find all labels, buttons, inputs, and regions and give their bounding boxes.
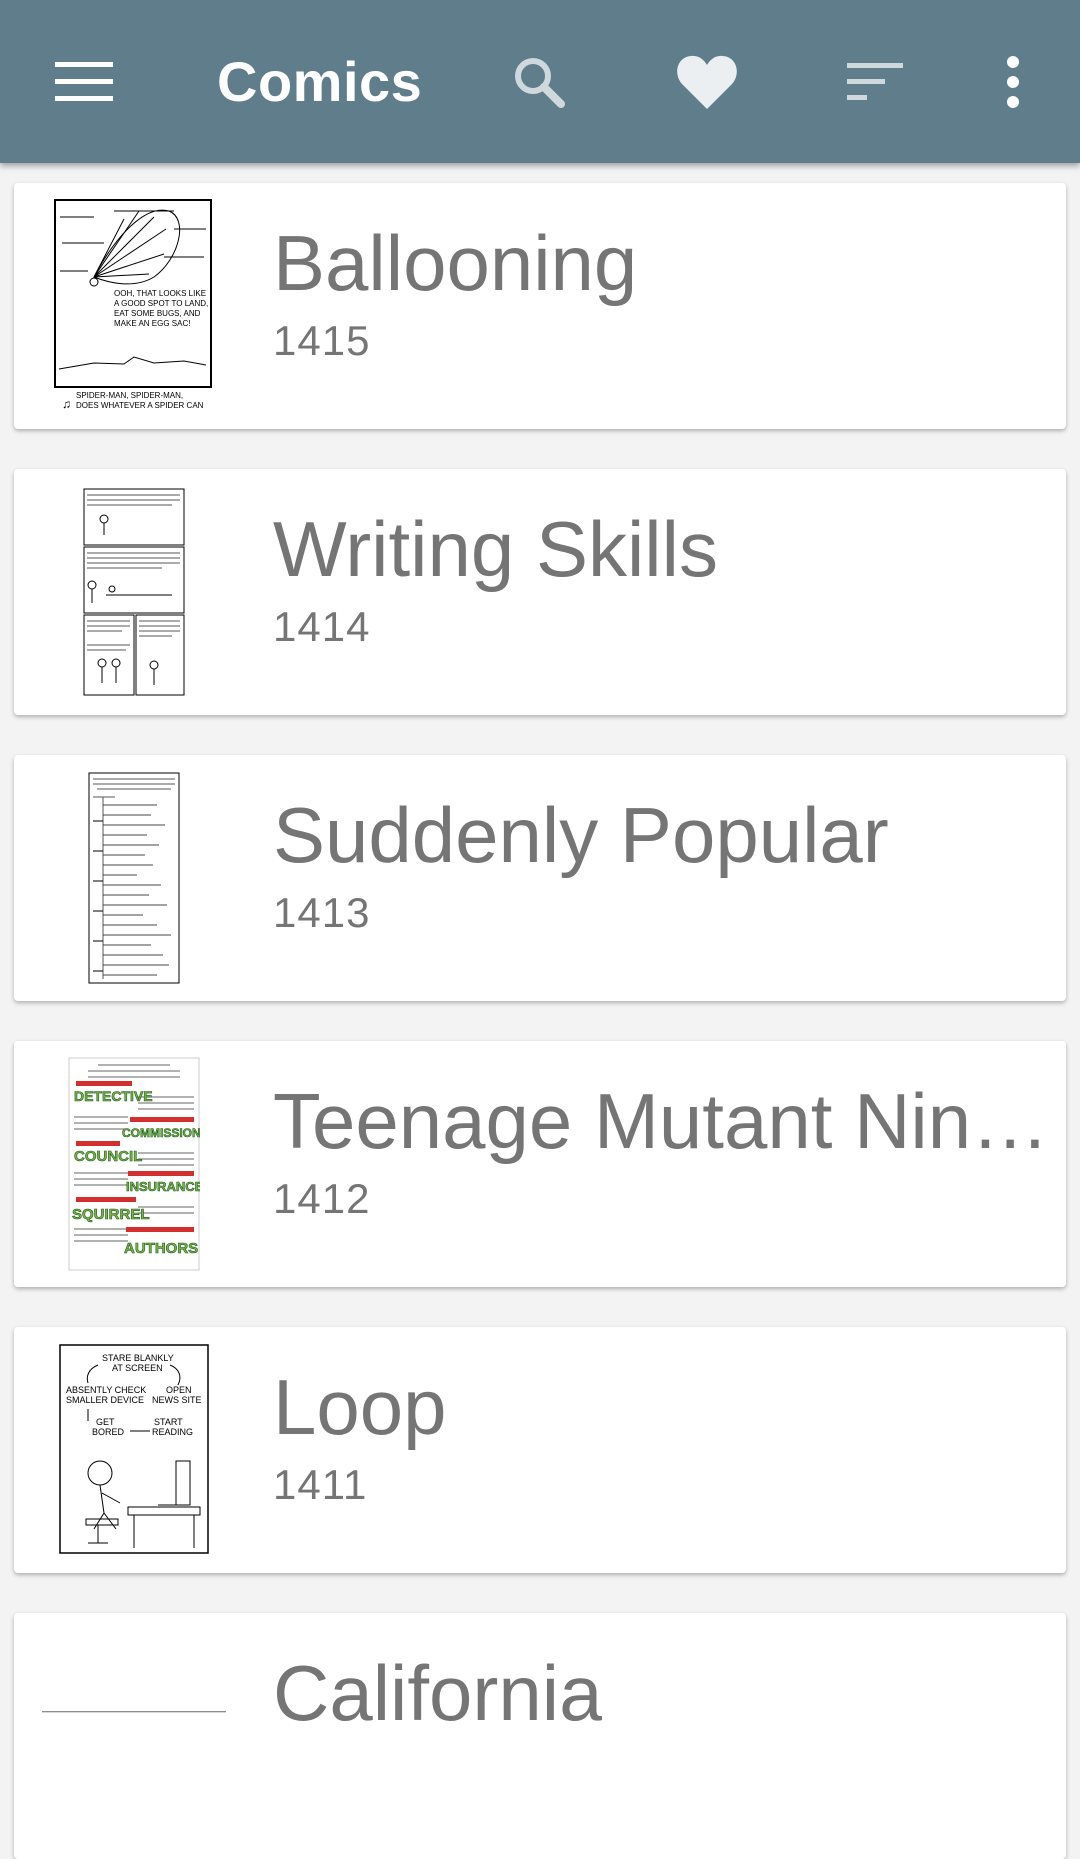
comic-thumbnail: DETECTIVE COMMISSION COUNCIL INSURANCE S… bbox=[42, 1057, 226, 1271]
svg-text:SMALLER DEVICE: SMALLER DEVICE bbox=[66, 1395, 144, 1405]
comic-number: 1413 bbox=[273, 889, 371, 936]
svg-text:DOES WHATEVER A SPIDER CAN: DOES WHATEVER A SPIDER CAN bbox=[76, 401, 204, 410]
comic-number: 1415 bbox=[273, 317, 371, 364]
svg-text:READING: READING bbox=[152, 1427, 193, 1437]
sort-button[interactable] bbox=[835, 42, 915, 122]
svg-text:♫: ♫ bbox=[62, 397, 71, 411]
comic-card[interactable]: OOH, THAT LOOKS LIKE A GOOD SPOT TO LAND… bbox=[14, 183, 1066, 429]
comic-card[interactable]: DETECTIVE COMMISSION COUNCIL INSURANCE S… bbox=[14, 1041, 1066, 1287]
comic-title: Writing Skills bbox=[273, 505, 718, 593]
svg-text:INSURANCE: INSURANCE bbox=[126, 1179, 200, 1194]
svg-text:BORED: BORED bbox=[92, 1427, 125, 1437]
search-button[interactable] bbox=[499, 42, 579, 122]
more-vert-icon bbox=[1007, 56, 1019, 108]
comic-number: 1412 bbox=[273, 1175, 371, 1222]
svg-text:MAKE AN EGG SAC!: MAKE AN EGG SAC! bbox=[114, 319, 190, 328]
comic-thumbnail: OOH, THAT LOOKS LIKE A GOOD SPOT TO LAND… bbox=[42, 199, 226, 413]
comic-title: Loop bbox=[273, 1363, 447, 1451]
favorites-button[interactable] bbox=[667, 42, 747, 122]
comic-thumbnail bbox=[42, 1629, 226, 1843]
svg-text:SQUIRREL: SQUIRREL bbox=[72, 1206, 150, 1223]
search-icon bbox=[515, 58, 565, 108]
svg-text:A GOOD SPOT TO LAND,: A GOOD SPOT TO LAND, bbox=[114, 299, 208, 308]
svg-text:OPEN: OPEN bbox=[166, 1385, 192, 1395]
comic-title: Teenage Mutant Nin… bbox=[273, 1077, 1050, 1165]
comic-title: Ballooning bbox=[273, 219, 638, 307]
svg-text:COUNCIL: COUNCIL bbox=[74, 1148, 142, 1165]
comic-card[interactable]: STARE BLANKLY AT SCREEN ABSENTLY CHECK S… bbox=[14, 1327, 1066, 1573]
svg-text:COMMISSION: COMMISSION bbox=[122, 1126, 200, 1140]
comic-card[interactable]: Suddenly Popular 1413 bbox=[14, 755, 1066, 1001]
comic-card[interactable]: Writing Skills 1414 bbox=[14, 469, 1066, 715]
svg-text:AT SCREEN: AT SCREEN bbox=[112, 1363, 163, 1373]
comic-title: California bbox=[273, 1649, 603, 1737]
comic-thumbnail bbox=[42, 771, 226, 985]
svg-text:AUTHORS: AUTHORS bbox=[124, 1240, 198, 1257]
more-options-button[interactable] bbox=[973, 42, 1053, 122]
sort-icon bbox=[847, 63, 903, 100]
svg-text:ABSENTLY CHECK: ABSENTLY CHECK bbox=[66, 1385, 146, 1395]
svg-text:NEWS SITE: NEWS SITE bbox=[152, 1395, 202, 1405]
svg-text:STARE BLANKLY: STARE BLANKLY bbox=[102, 1353, 174, 1363]
svg-text:SPIDER-MAN, SPIDER-MAN,: SPIDER-MAN, SPIDER-MAN, bbox=[76, 391, 183, 400]
comic-thumbnail: STARE BLANKLY AT SCREEN ABSENTLY CHECK S… bbox=[42, 1343, 226, 1557]
comic-thumbnail bbox=[42, 485, 226, 699]
comic-number: 1414 bbox=[273, 603, 371, 650]
svg-text:DETECTIVE: DETECTIVE bbox=[74, 1088, 153, 1104]
heart-icon bbox=[677, 55, 737, 109]
comic-card[interactable]: California bbox=[14, 1613, 1066, 1859]
svg-text:GET: GET bbox=[96, 1417, 115, 1427]
app-title: Comics bbox=[217, 50, 423, 113]
app-bar: Comics bbox=[0, 0, 1080, 163]
svg-text:START: START bbox=[154, 1417, 183, 1427]
comic-number: 1411 bbox=[273, 1461, 368, 1508]
menu-icon bbox=[55, 62, 113, 101]
svg-text:OOH, THAT LOOKS LIKE: OOH, THAT LOOKS LIKE bbox=[114, 289, 206, 298]
comic-title: Suddenly Popular bbox=[273, 791, 889, 879]
svg-text:EAT SOME BUGS, AND: EAT SOME BUGS, AND bbox=[114, 309, 201, 318]
menu-button[interactable] bbox=[44, 42, 124, 122]
